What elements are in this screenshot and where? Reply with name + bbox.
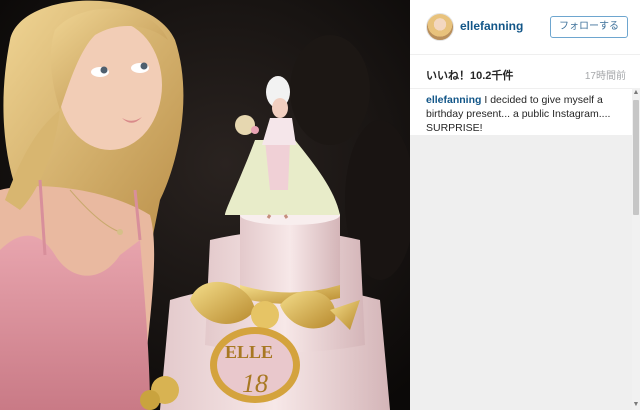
caption: ellefanning I decided to give myself a b…	[426, 93, 626, 135]
post-header: ellefanning フォローする	[410, 0, 640, 55]
photo-illustration: ELLE 18	[0, 0, 410, 410]
post-timestamp[interactable]: 17時間前	[585, 67, 626, 82]
post-sidebar: ellefanning フォローする いいね！10.2千件 17時間前 elle…	[410, 0, 640, 410]
comments-section: ellefanning I decided to give myself a b…	[410, 88, 640, 410]
follow-button[interactable]: フォローする	[550, 16, 628, 38]
scroll-down-icon[interactable]: ▼	[632, 400, 640, 410]
caption-author-link[interactable]: ellefanning	[426, 94, 481, 106]
cake-plaque-number: 18	[242, 369, 268, 398]
comments-placeholder	[410, 135, 634, 410]
scrollbar-thumb[interactable]	[633, 100, 639, 215]
post-meta: いいね！10.2千件 17時間前	[410, 54, 640, 89]
avatar[interactable]	[426, 13, 454, 41]
cake-plaque-text: ELLE	[225, 342, 273, 362]
post-photo[interactable]: ELLE 18	[0, 0, 410, 410]
likes-count[interactable]: いいね！10.2千件	[426, 67, 513, 83]
comments-scrollbar[interactable]: ▲ ▼	[632, 88, 640, 410]
scroll-up-icon[interactable]: ▲	[632, 88, 640, 98]
instagram-post-window: ELLE 18 ellefanning フォローする いいね！10.2千件 17	[0, 0, 640, 410]
username-link[interactable]: ellefanning	[460, 19, 523, 33]
